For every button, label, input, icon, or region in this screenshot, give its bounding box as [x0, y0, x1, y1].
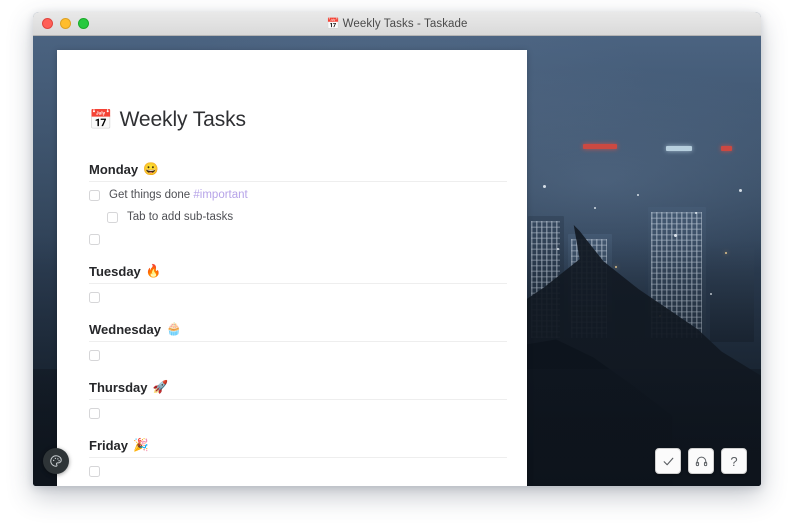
day-heading-content: Thursday 🚀	[89, 380, 168, 395]
day-heading-tuesday[interactable]: Tuesday 🔥	[89, 264, 501, 286]
building-windows	[651, 212, 702, 338]
task-row[interactable]	[89, 402, 501, 424]
day-heading-friday[interactable]: Friday 🎉	[89, 438, 501, 460]
day-heading-text: Friday	[89, 438, 128, 453]
building-windows	[571, 239, 607, 338]
building	[615, 257, 644, 343]
day-heading-text: Wednesday	[89, 322, 161, 337]
palette-icon	[49, 454, 63, 468]
day-section: Monday 😀 Get things done #important Tab to …	[89, 162, 501, 250]
task-row[interactable]	[89, 286, 501, 308]
window-title-text: Weekly Tasks - Taskade	[343, 18, 468, 30]
task-text: Tab to add sub-tasks	[127, 211, 233, 223]
page-title: 📅 Weekly Tasks	[89, 108, 501, 132]
building	[710, 248, 754, 343]
task-checkbox[interactable]	[89, 190, 100, 201]
day-heading-thursday[interactable]: Thursday 🚀	[89, 380, 501, 402]
window-title: 📅 Weekly Tasks - Taskade	[33, 17, 761, 30]
task-row[interactable]: Get things done #important	[89, 184, 501, 206]
document-panel[interactable]: 📅 Weekly Tasks Monday 😀 Get things done #i…	[57, 50, 527, 486]
task-row[interactable]	[89, 344, 501, 366]
day-heading-content: Monday 😀	[89, 162, 159, 177]
building	[568, 234, 612, 342]
day-heading-content: Friday 🎉	[89, 438, 149, 453]
screenshot-root: 📅 Weekly Tasks - Taskade	[0, 0, 794, 530]
task-row[interactable]	[89, 460, 501, 482]
window-titlebar: 📅 Weekly Tasks - Taskade	[33, 12, 761, 36]
day-emoji-icon: 🔥	[146, 264, 162, 279]
task-label[interactable]: Tab to add sub-tasks	[127, 211, 233, 223]
day-emoji-icon: 🚀	[153, 380, 169, 395]
task-checkbox[interactable]	[89, 350, 100, 361]
task-tag[interactable]: #important	[193, 189, 247, 201]
task-label[interactable]: Get things done #important	[109, 189, 248, 201]
day-heading-text: Thursday	[89, 380, 148, 395]
neon-sign	[721, 146, 732, 151]
task-checkbox[interactable]	[89, 466, 100, 477]
day-emoji-icon: 🎉	[133, 438, 149, 453]
day-heading-content: Wednesday 🧁	[89, 322, 182, 337]
question-mark-icon: ?	[730, 455, 737, 468]
neon-sign	[666, 146, 692, 151]
day-section: Friday 🎉	[89, 438, 501, 482]
day-heading-wednesday[interactable]: Wednesday 🧁	[89, 322, 501, 344]
task-checkbox[interactable]	[89, 234, 100, 245]
help-button[interactable]: ?	[721, 448, 747, 474]
day-heading-text: Monday	[89, 162, 138, 177]
building	[528, 216, 564, 342]
task-checkbox[interactable]	[89, 292, 100, 303]
building	[648, 207, 706, 342]
document-content: 📅 Weekly Tasks Monday 😀 Get things done #i…	[57, 108, 527, 486]
day-section: Tuesday 🔥	[89, 264, 501, 308]
task-checkbox[interactable]	[107, 212, 118, 223]
day-section: Wednesday 🧁	[89, 322, 501, 366]
day-section: Thursday 🚀	[89, 380, 501, 424]
app-body: 📅 Weekly Tasks Monday 😀 Get things done #i…	[33, 36, 761, 486]
page-title-text: Weekly Tasks	[120, 108, 246, 132]
day-sections: Monday 😀 Get things done #important Tab to …	[89, 162, 501, 486]
day-emoji-icon: 😀	[143, 162, 159, 177]
day-heading-text: Tuesday	[89, 264, 141, 279]
theme-palette-button[interactable]	[43, 448, 69, 474]
check-button[interactable]	[655, 448, 681, 474]
task-row[interactable]: Tab to add sub-tasks	[89, 206, 501, 228]
neon-sign	[583, 144, 617, 149]
task-row[interactable]	[89, 228, 501, 250]
building-windows	[531, 221, 560, 338]
calendar-icon: 📅	[89, 111, 113, 130]
support-button[interactable]	[688, 448, 714, 474]
task-text: Get things done	[109, 189, 193, 201]
calendar-icon: 📅	[326, 18, 339, 30]
day-heading-monday[interactable]: Monday 😀	[89, 162, 501, 184]
headset-icon	[695, 455, 708, 468]
day-heading-content: Tuesday 🔥	[89, 264, 161, 279]
day-emoji-icon: 🧁	[166, 322, 182, 337]
app-window: 📅 Weekly Tasks - Taskade	[33, 12, 761, 486]
task-checkbox[interactable]	[89, 408, 100, 419]
corner-toolbar: ?	[655, 448, 747, 474]
check-icon	[662, 455, 675, 468]
